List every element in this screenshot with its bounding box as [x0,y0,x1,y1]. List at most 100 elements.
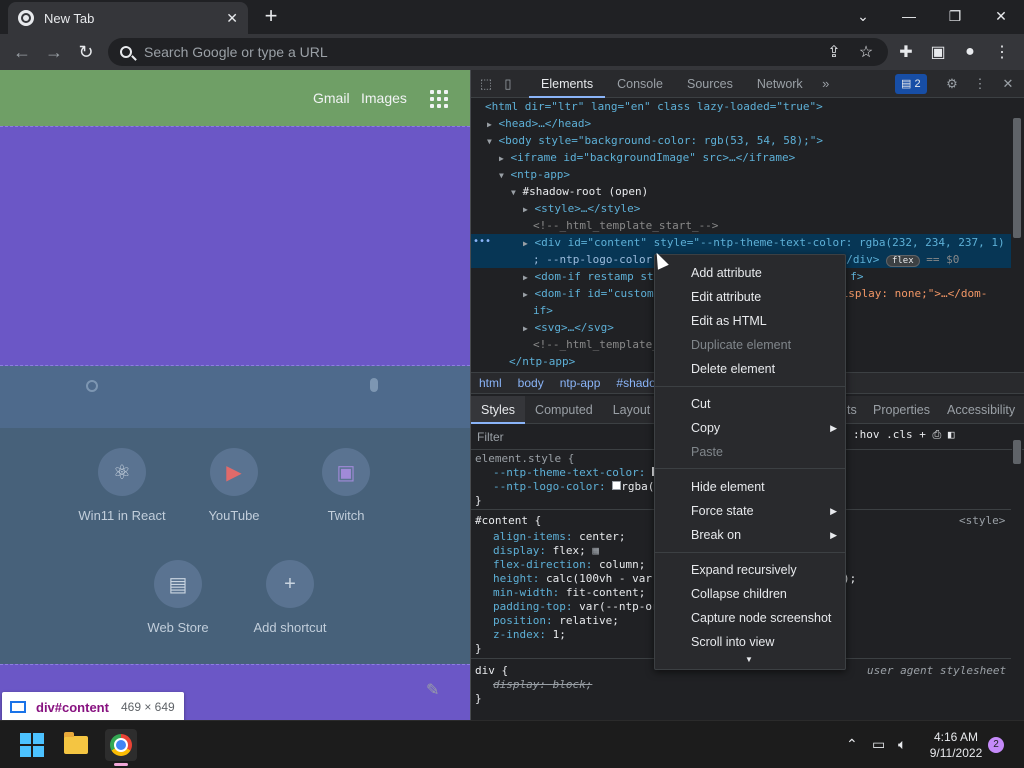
flex-badge[interactable]: flex [885,255,920,267]
reload-button[interactable]: ↻ [74,40,98,64]
forward-button[interactable]: → [42,40,66,64]
notification-badge[interactable]: 2 [988,737,1004,753]
extensions-icon[interactable]: ✚ [894,40,918,64]
tab-network[interactable]: Network [745,70,815,98]
volume-icon[interactable]: 🔈︎ [898,736,906,753]
windows-start-icon[interactable] [20,733,44,757]
taskbar-clock[interactable]: 4:16 AM 9/11/2022 [924,729,988,761]
style-declaration[interactable]: padding-top: var(--ntp-or [493,600,659,614]
shortcut-tile[interactable]: + Add shortcut [240,560,340,635]
element-inspect-tooltip: div#content 469 × 649 [2,692,184,720]
menu-item-hide-element[interactable]: Hide element [655,475,845,499]
gmail-link[interactable]: Gmail [313,90,350,106]
style-declaration[interactable]: z-index: 1; [493,628,566,642]
styles-scrollbar[interactable] [1012,426,1022,720]
issues-badge[interactable]: ▤ 2 [895,74,927,94]
new-tab-button[interactable]: + [258,4,284,30]
dom-node[interactable]: ▼ #shadow-root (open) [471,183,1011,200]
tab-properties[interactable]: Properties [863,396,940,424]
menu-item-edit-attribute[interactable]: Edit attribute [655,285,845,309]
side-panel-icon[interactable]: ▣ [926,40,950,64]
dom-node[interactable]: ▶ <iframe id="backgroundImage" src>…</if… [471,149,1011,166]
breadcrumb-item[interactable]: html [471,376,510,390]
style-declaration[interactable]: --ntp-logo-color: rgba( [493,480,654,494]
style-source-link[interactable]: <style> [959,514,1005,528]
menu-item-duplicate-element: Duplicate element [691,338,792,352]
tab-sources[interactable]: Sources [675,70,745,98]
submenu-arrow-icon: ▶ [830,530,837,540]
share-icon[interactable]: ⇪ [822,40,846,64]
menu-item-expand-recursively[interactable]: Expand recursively [655,558,845,582]
network-icon[interactable]: ▭ [872,736,885,753]
close-tab-icon[interactable]: ✕ [226,10,238,27]
menu-item-break-on[interactable]: Break on ▶ [655,523,845,547]
highlight-padding-region [0,126,470,366]
style-declaration[interactable]: flex-direction: column; [493,558,645,572]
tab-computed[interactable]: Computed [525,396,603,424]
dom-node[interactable]: ▶ <head>…</head> [471,115,1011,132]
address-bar[interactable]: Search Google or type a URL [108,38,888,66]
tab-search-icon[interactable]: ⌄ [840,0,886,32]
dom-node-selected[interactable]: ▶ <div id="content" style="--ntp-theme-t… [471,234,1011,251]
menu-item-copy[interactable]: Copy ▶ [655,416,845,440]
tab-console[interactable]: Console [605,70,675,98]
tab-accessibility[interactable]: Accessibility [937,396,1024,424]
microphone-icon[interactable] [370,378,378,392]
menu-item-delete-element[interactable]: Delete element [655,357,845,381]
device-toolbar-icon[interactable]: ▯ [497,73,519,95]
dom-tree-scrollbar[interactable] [1012,98,1022,372]
dom-node[interactable]: <!--_html_template_start_--> [471,217,1011,234]
customize-pencil-icon[interactable]: ✎ [426,680,439,700]
menu-item-add-attribute[interactable]: Add attribute [655,261,845,285]
shortcut-tile[interactable]: ▶ YouTube [184,448,284,523]
close-devtools-icon[interactable]: ✕ [997,73,1019,95]
style-declaration[interactable]: height: calc(100vh - var [493,572,652,586]
tab-layout[interactable]: Layout [603,396,661,424]
tab-elements[interactable]: Elements [529,70,606,98]
menu-item-cut[interactable]: Cut [655,392,845,416]
more-tabs-chevron-icon[interactable]: » [815,73,837,95]
twitch-icon: ▣ [322,448,370,496]
style-declaration-overridden: display: block; [493,678,593,691]
ntp-search-box[interactable] [0,366,470,428]
browser-tab[interactable]: New Tab ✕ [8,2,248,34]
chrome-taskbar-icon[interactable] [105,729,137,761]
shortcut-tile[interactable]: ⚛ Win11 in React [72,448,172,523]
style-toolbar[interactable]: :hov .cls + ⎙ ◧ [853,428,955,442]
bookmark-star-icon[interactable]: ☆ [854,40,878,64]
menu-item-collapse-children[interactable]: Collapse children [655,582,845,606]
dom-node[interactable]: ▶ <style>…</style> [471,200,1011,217]
images-link[interactable]: Images [361,90,407,106]
style-declaration[interactable]: position: relative; [493,614,619,628]
breadcrumb-item[interactable]: ntp-app [552,376,609,390]
back-button[interactable]: ← [10,40,34,64]
style-declaration[interactable]: --ntp-theme-text-color: [493,466,658,480]
inspect-element-icon[interactable]: ⬚ [475,73,497,95]
style-declaration[interactable]: min-width: fit-content; [493,586,645,600]
menu-kebab-icon[interactable]: ⋮ [990,40,1014,64]
dom-node[interactable]: ▼ <ntp-app> [471,166,1011,183]
settings-gear-icon[interactable]: ⚙ [941,73,963,95]
breadcrumb-item[interactable]: body [510,376,552,390]
devtools-menu-kebab-icon[interactable]: ⋮ [969,73,991,95]
file-explorer-icon[interactable] [60,729,92,761]
style-declaration[interactable]: align-items: center; [493,530,625,544]
tab-styles[interactable]: Styles [471,395,526,424]
menu-item-capture-node-screenshot[interactable]: Capture node screenshot [655,606,845,630]
menu-item-force-state[interactable]: Force state ▶ [655,499,845,523]
shortcut-tile[interactable]: ▣ Twitch [296,448,396,523]
restore-button[interactable]: ❐ [932,0,978,32]
tray-overflow-chevron-icon[interactable]: ⌃ [846,736,858,753]
menu-item-scroll-into-view[interactable]: Scroll into view [655,630,845,654]
profile-icon[interactable]: ● [958,40,982,64]
minimize-button[interactable]: — [886,0,932,32]
shortcut-tile[interactable]: ▤ Web Store [128,560,228,635]
node-options-ellipsis-icon[interactable]: ••• [473,236,491,247]
dom-node[interactable]: ▼ <body style="background-color: rgb(53,… [471,132,1011,149]
close-window-button[interactable]: ✕ [978,0,1024,32]
dom-node[interactable]: <html dir="ltr" lang="en" class lazy-loa… [471,98,1011,115]
menu-scroll-down-icon[interactable]: ▼ [745,655,753,664]
menu-item-edit-as-html[interactable]: Edit as HTML [655,309,845,333]
google-apps-icon[interactable] [430,90,448,108]
style-declaration[interactable]: display: flex; ▦ [493,544,599,558]
